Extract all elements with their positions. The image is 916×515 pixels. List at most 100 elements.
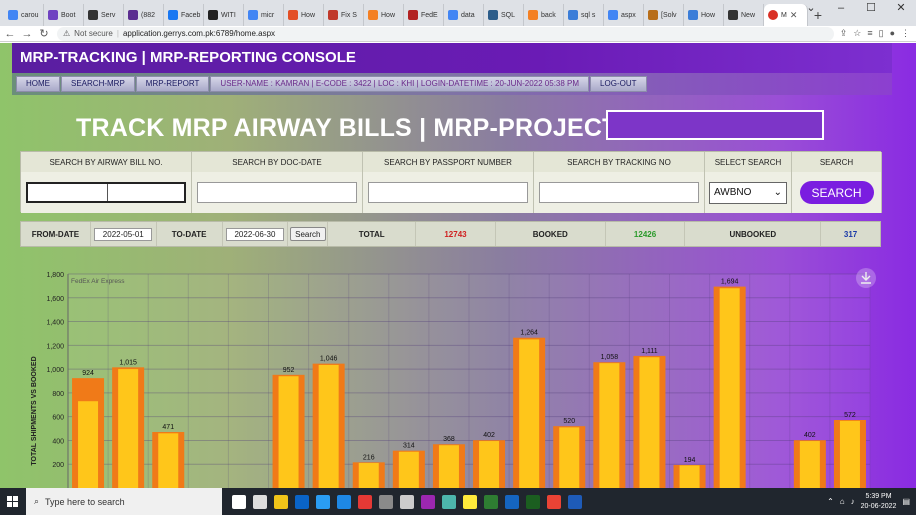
menu-icon[interactable]: ⋮ [901, 28, 910, 39]
reload-icon[interactable]: ↻ [37, 27, 51, 40]
windows-start-icon[interactable] [0, 488, 26, 515]
bar-booked[interactable] [278, 376, 299, 488]
bar-booked[interactable] [158, 433, 179, 488]
browser-tab[interactable]: How [684, 4, 724, 26]
browser-tab[interactable]: New [724, 4, 764, 26]
bar-booked[interactable] [799, 441, 820, 488]
browser-tab[interactable]: Fix S [324, 4, 364, 26]
y-tick-label: 1,400 [46, 320, 64, 327]
sidepanel-icon[interactable]: ▯ [879, 28, 884, 39]
browser-tab[interactable]: carou [4, 4, 44, 26]
close-window-button[interactable]: ✕ [886, 0, 916, 22]
maximize-button[interactable]: ☐ [856, 0, 886, 22]
browser-tab[interactable]: [Solv [644, 4, 684, 26]
tab-favicon-icon [488, 10, 498, 20]
tray-chevron-icon[interactable]: ⌃ [827, 497, 834, 506]
edge-icon[interactable] [316, 494, 330, 509]
menu-search-mrp[interactable]: SEARCH-MRP [61, 76, 135, 92]
from-date-label: FROM-DATE [21, 222, 91, 246]
word-icon[interactable] [568, 494, 582, 509]
app-icon[interactable] [379, 494, 393, 509]
excel-icon[interactable] [526, 494, 540, 509]
bar-booked[interactable] [719, 288, 740, 488]
bar-booked[interactable] [839, 420, 860, 488]
minimize-button[interactable]: – [826, 0, 856, 22]
bar-booked[interactable] [398, 451, 419, 488]
store-icon[interactable] [253, 494, 267, 509]
network-icon[interactable]: ⌂ [840, 497, 845, 506]
to-date-input[interactable]: 2022-06-30 [225, 227, 284, 241]
bar-booked[interactable] [639, 357, 660, 488]
menu-home[interactable]: HOME [16, 76, 60, 92]
browser-tab[interactable]: sql s [564, 4, 604, 26]
browser-tab[interactable]: data [444, 4, 484, 26]
chevron-down-icon[interactable]: ⌄ [796, 0, 826, 22]
settings-icon[interactable] [400, 494, 414, 509]
tab-label: New [741, 11, 756, 19]
y-tick-label: 1,200 [46, 343, 64, 350]
airway-bill-input[interactable] [26, 182, 186, 203]
outlook-icon[interactable] [295, 494, 309, 509]
forward-icon[interactable]: → [20, 28, 34, 40]
bar-booked[interactable] [78, 401, 99, 488]
anydesk-icon[interactable] [358, 494, 372, 509]
notepad-icon[interactable] [442, 494, 456, 509]
y-tick-label: 400 [52, 438, 64, 445]
date-search-button[interactable]: Search [290, 227, 326, 241]
explorer-icon[interactable] [274, 494, 288, 509]
url-input[interactable]: ⚠ Not secure | application.gerrys.com.pk… [57, 26, 834, 41]
app2-icon[interactable] [463, 494, 477, 509]
excel2-icon[interactable] [484, 494, 498, 509]
tab-favicon-icon [568, 10, 578, 20]
doc-date-input[interactable] [197, 182, 357, 203]
tab-favicon-icon [248, 10, 258, 20]
bar-booked[interactable] [479, 441, 500, 488]
browser-tab[interactable]: aspx [604, 4, 644, 26]
vscode-icon[interactable] [337, 494, 351, 509]
browser-tab[interactable]: micr [244, 4, 284, 26]
browser-tab[interactable]: Boot [44, 4, 84, 26]
vs-icon[interactable] [421, 494, 435, 509]
tab-label: Fix S [341, 11, 357, 19]
browser-tab[interactable]: FedE [404, 4, 444, 26]
browser-tab[interactable]: SQL [484, 4, 524, 26]
browser-tab[interactable]: (882 [124, 4, 164, 26]
profile-icon[interactable]: ● [890, 28, 895, 39]
bar-booked[interactable] [438, 445, 459, 488]
bar-booked[interactable] [318, 364, 339, 488]
taskbar-search-input[interactable]: ⌕ Type here to search [26, 488, 222, 515]
media-icon[interactable]: ≡ [867, 28, 872, 39]
clock[interactable]: 5:39 PM 20-06-2022 [861, 492, 897, 512]
bar-booked[interactable] [118, 369, 139, 488]
menu-mrp-report[interactable]: MRP-REPORT [135, 76, 210, 92]
chrome-icon[interactable] [547, 494, 561, 509]
bar-booked[interactable] [599, 363, 620, 488]
bar-booked[interactable] [358, 463, 379, 488]
bar-booked[interactable] [679, 465, 700, 488]
task-view-icon[interactable] [232, 494, 246, 509]
browser-tab[interactable]: How [364, 4, 404, 26]
header-passport: SEARCH BY PASSPORT NUMBER [363, 152, 534, 172]
tracking-input[interactable] [539, 182, 699, 203]
browser-tab[interactable]: Serv [84, 4, 124, 26]
back-icon[interactable]: ← [3, 28, 17, 40]
star-icon[interactable]: ☆ [853, 28, 861, 39]
browser-tab[interactable]: How [284, 4, 324, 26]
browser-tab[interactable]: Faceb [164, 4, 204, 26]
share-icon[interactable]: ⇪ [840, 28, 848, 39]
volume-icon[interactable]: ♪ [851, 497, 855, 506]
search-type-select[interactable]: AWBNO ⌄ [709, 181, 787, 204]
passport-input[interactable] [368, 182, 528, 203]
browser-tab[interactable]: WITI [204, 4, 244, 26]
page-content: MRP-TRACKING | MRP-REPORTING CONSOLE HOM… [0, 43, 916, 488]
toolbar-icons: ⇪ ☆ ≡ ▯ ● ⋮ [840, 28, 910, 39]
bar-booked[interactable] [519, 339, 540, 488]
ssms-icon[interactable] [505, 494, 519, 509]
browser-tab[interactable]: back [524, 4, 564, 26]
from-date-input[interactable]: 2022-05-01 [94, 227, 153, 241]
menu-logout[interactable]: LOG-OUT [590, 76, 647, 92]
bar-booked[interactable] [559, 427, 580, 488]
clock-time: 5:39 PM [865, 492, 892, 500]
notification-icon[interactable]: ▤ [902, 497, 910, 506]
search-button[interactable]: SEARCH [799, 181, 874, 204]
